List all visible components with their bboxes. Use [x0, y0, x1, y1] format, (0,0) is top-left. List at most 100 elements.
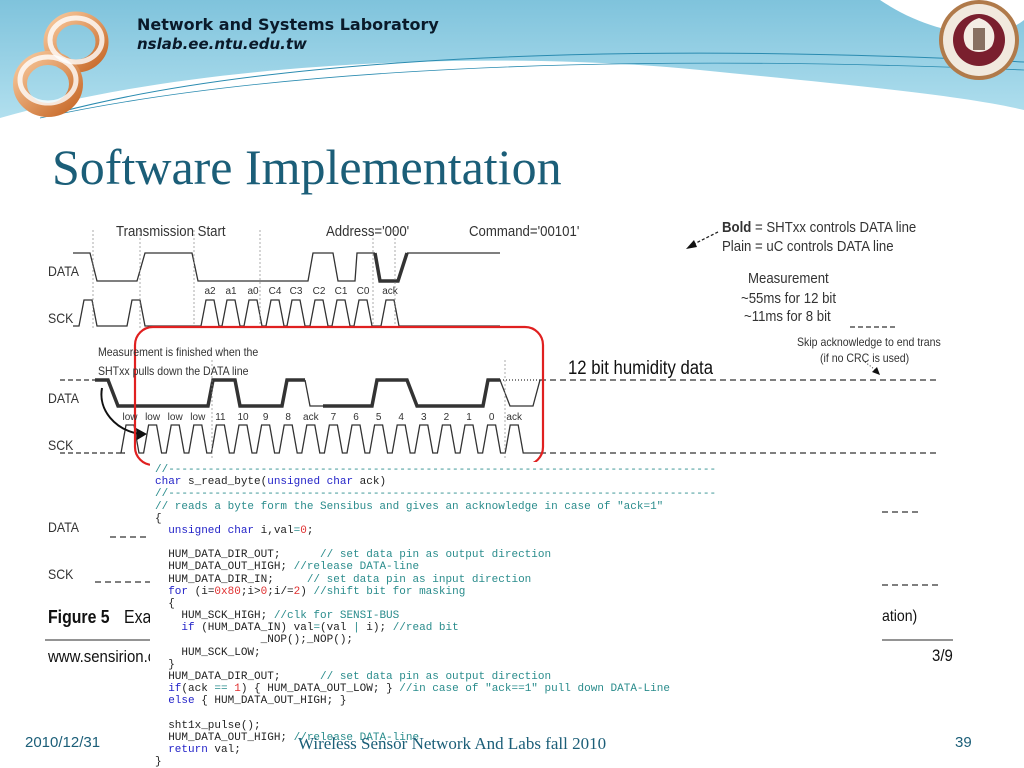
code-token-kw: else	[168, 695, 195, 708]
top-data-label: DATA	[48, 263, 80, 279]
bit-label: low	[190, 412, 206, 423]
code-token-num: 1	[234, 683, 241, 696]
code-token-num: 0x80	[214, 585, 241, 598]
code-token-cm: //release DATA-line	[293, 561, 420, 574]
measurement-note-line1: Measurement is finished when the	[98, 345, 259, 359]
code-token-plain: sht1x_pulse();	[155, 719, 261, 732]
code-token-plain: val;	[207, 743, 241, 756]
hidden-sck-label: SCK	[48, 566, 74, 582]
bit-label: 5	[375, 412, 382, 423]
code-line: {	[155, 513, 162, 525]
code-token-plain: )	[300, 585, 314, 598]
code-line: char s_read_byte(unsigned char ack)	[155, 476, 386, 488]
code-token-plain: HUM_SCK_LOW;	[155, 646, 261, 659]
code-line: unsigned char i,val=0;	[155, 525, 313, 537]
bit-label: C4	[268, 286, 282, 297]
source-url: www.sensirion.c	[48, 647, 156, 666]
code-token-cm: ==	[214, 683, 228, 696]
heading-address: Address='000'	[326, 223, 410, 240]
bottom-sck-waveform	[120, 424, 540, 454]
code-token-plain: {	[155, 597, 175, 610]
code-token-plain: { HUM_DATA_OUT_HIGH; }	[194, 695, 347, 708]
code-token-cm: //read bit	[392, 622, 459, 635]
measurement-title: Measurement	[748, 270, 829, 287]
code-token-plain: HUM_DATA_DIR_IN;	[155, 573, 307, 586]
hidden-data-label: DATA	[48, 519, 80, 535]
bit-label: C1	[334, 286, 348, 297]
code-line: }	[155, 659, 175, 671]
code-token-cm: // set data pin as output direction	[320, 549, 552, 562]
code-token-cm: // set data pin as output direction	[320, 670, 552, 683]
code-line: // reads a byte form the Sensibus and gi…	[155, 501, 663, 513]
code-token-kw: unsigned char	[267, 476, 354, 489]
top-data-shtxx	[373, 252, 409, 283]
bit-label: 6	[353, 412, 359, 423]
code-token-plain: HUM_DATA_DIR_OUT;	[155, 670, 321, 683]
figure-label: Figure 5	[48, 607, 110, 627]
bit-label: low	[145, 412, 161, 423]
code-token-plain: HUM_DATA_DIR_OUT;	[155, 549, 321, 562]
legend-bold-key: Bold	[722, 219, 752, 236]
code-line: else { HUM_DATA_OUT_HIGH; }	[155, 695, 346, 707]
code-line: HUM_DATA_DIR_OUT; // set data pin as out…	[155, 671, 551, 683]
measurement-8bit: ~11ms for 8 bit	[744, 308, 831, 325]
code-line: sht1x_pulse();	[155, 719, 261, 732]
bit-label: 3	[421, 412, 427, 423]
code-token-kw: char	[155, 476, 182, 489]
figure-caption-end: ation)	[882, 608, 918, 625]
legend-bold: Bold = SHTxx controls DATA line	[722, 219, 916, 236]
bit-label: a0	[247, 286, 259, 297]
code-token-kw: unsigned char	[168, 524, 255, 537]
code-token-plain: (ack	[181, 683, 215, 696]
code-token-plain: i,val	[254, 524, 294, 537]
bit-label: C0	[356, 286, 370, 297]
code-line: HUM_DATA_DIR_IN; // set data pin as inpu…	[155, 574, 531, 586]
code-line: }	[155, 756, 162, 768]
code-token-plain: {	[155, 512, 162, 525]
heading-transmission-start: Transmission Start	[116, 223, 226, 240]
bit-label: ack	[506, 412, 522, 423]
top-sck-waveform	[73, 299, 500, 327]
bit-label: 10	[237, 412, 249, 423]
source-page: 3/9	[932, 646, 953, 665]
footer-page-number: 39	[955, 734, 972, 751]
code-token-plain: (i=	[188, 585, 215, 598]
bit-label: 11	[215, 412, 226, 423]
code-token-kw: for	[168, 585, 189, 598]
code-token-plain: ;i>	[240, 585, 261, 598]
bit-label: 4	[398, 412, 404, 423]
bit-label: 9	[262, 412, 269, 423]
skip-note-line2: (if no CRC is used)	[820, 351, 910, 365]
code-token-plain: HUM_SCK_HIGH;	[155, 610, 274, 623]
skip-note-line1: Skip acknowledge to end trans	[797, 335, 941, 349]
code-token-plain: HUM_DATA_OUT_HIGH;	[155, 561, 294, 574]
code-line: HUM_SCK_HIGH; //clk for SENSI-BUS	[155, 610, 399, 622]
bit-label: a1	[225, 286, 237, 297]
legend-bold-text: = SHTxx controls DATA line	[751, 219, 917, 236]
code-token-plain: (val	[320, 622, 354, 635]
code-token-cm: //in case of "ack==1" pull down DATA-Lin…	[399, 683, 670, 696]
code-token-plain: ack)	[353, 476, 387, 489]
code-line: //--------------------------------------…	[155, 464, 716, 476]
code-token-cm: //--------------------------------------…	[155, 488, 717, 501]
code-token-plain: s_read_byte(	[181, 476, 268, 489]
code-token-kw: return	[168, 743, 208, 756]
bit-label: ack	[303, 412, 319, 423]
bit-label: 7	[330, 412, 337, 423]
code-token-cm: //shift bit for masking	[313, 585, 466, 598]
bit-label: low	[167, 412, 183, 423]
bottom-sck-label: SCK	[48, 437, 74, 453]
code-token-plain: ;i/=	[267, 585, 294, 598]
code-line: HUM_DATA_OUT_HIGH; //release DATA-line	[155, 561, 419, 573]
heading-command: Command='00101'	[469, 223, 580, 240]
code-token-cm: // reads a byte form the Sensibus and gi…	[155, 500, 664, 513]
code-token-cm: |	[353, 622, 360, 635]
measurement-note-line2: SHTxx pulls down the DATA line	[98, 364, 249, 378]
code-token-plain: _NOP();_NOP();	[155, 634, 354, 647]
code-block: //--------------------------------------…	[150, 462, 880, 768]
